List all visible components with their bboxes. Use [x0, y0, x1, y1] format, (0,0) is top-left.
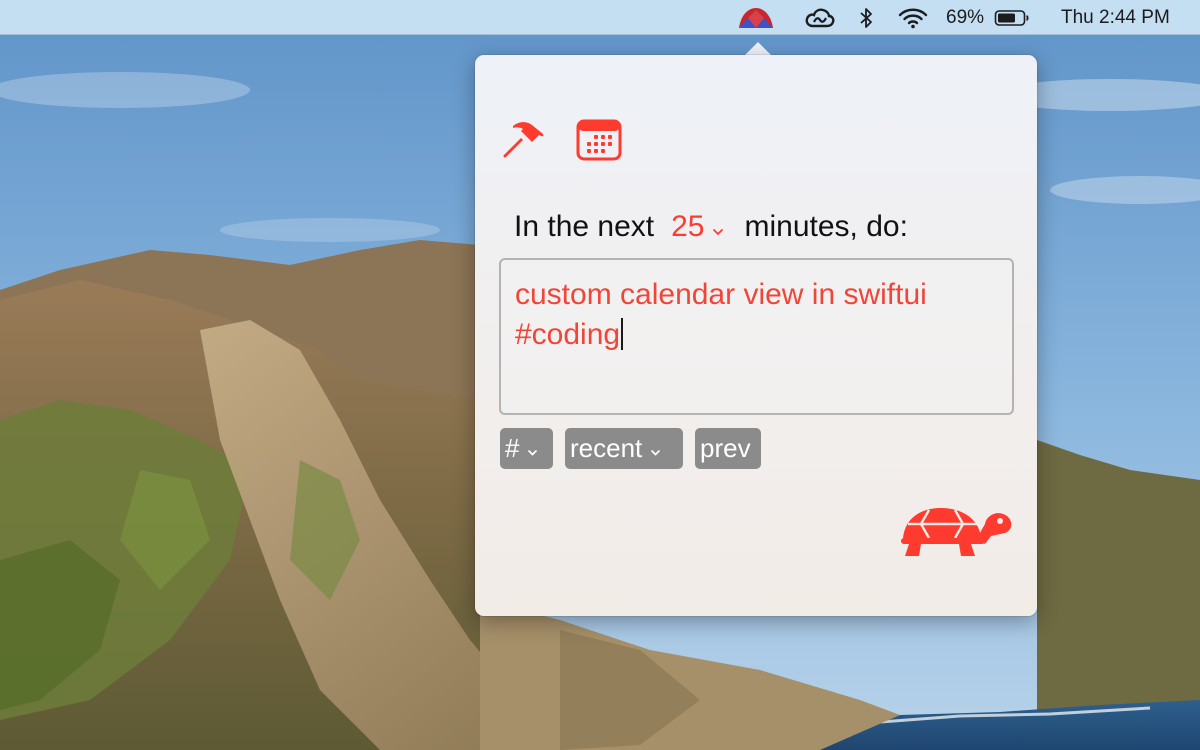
text-caret — [621, 318, 624, 350]
clock[interactable]: Thu 2:44 PM — [1061, 0, 1170, 35]
turtle-app-icon[interactable] — [734, 0, 778, 35]
prev-button-label: prev — [700, 433, 751, 463]
wifi-icon[interactable] — [896, 0, 930, 35]
battery-percent-text: 69% — [946, 6, 985, 28]
prompt-suffix: minutes, do: — [744, 210, 908, 243]
bluetooth-icon[interactable] — [856, 0, 876, 35]
prev-button[interactable]: prev — [695, 428, 761, 469]
clock-text: Thu 2:44 PM — [1061, 6, 1170, 28]
prompt-row: In the next 25 minutes, do: — [514, 205, 908, 249]
task-popover: In the next 25 minutes, do: custom calen… — [475, 55, 1037, 616]
task-input[interactable]: custom calendar view in swiftui #coding — [499, 258, 1014, 415]
chevron-down-icon — [527, 433, 538, 464]
menu-bar: 69% Thu 2:44 PM — [0, 0, 1200, 35]
chevron-down-icon — [650, 433, 661, 464]
minutes-value: 25 — [671, 210, 705, 243]
battery-icon[interactable] — [993, 0, 1031, 35]
popover-arrow — [744, 42, 772, 56]
tag-button-label: # — [505, 433, 520, 463]
calendar-icon[interactable] — [576, 118, 622, 162]
creative-cloud-icon[interactable] — [804, 0, 836, 35]
tag-dropdown-button[interactable]: # — [500, 428, 553, 469]
prompt-prefix: In the next — [514, 210, 655, 243]
recent-button-label: recent — [570, 433, 643, 463]
task-input-text: custom calendar view in swiftui #coding — [515, 278, 936, 351]
turtle-logo-icon — [899, 502, 1015, 562]
recent-dropdown-button[interactable]: recent — [565, 428, 683, 469]
minutes-dropdown[interactable]: 25 — [671, 210, 724, 244]
hammer-icon[interactable] — [499, 118, 545, 162]
battery-percentage[interactable]: 69% — [946, 0, 984, 35]
chevron-down-icon — [712, 210, 724, 244]
